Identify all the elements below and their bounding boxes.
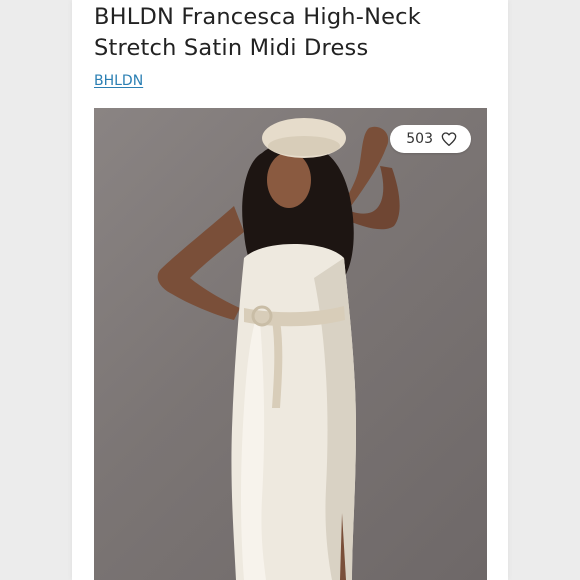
model-illustration — [157, 118, 400, 580]
like-button[interactable]: 503 — [390, 125, 471, 153]
product-photo[interactable]: 503 — [94, 108, 487, 580]
brand-link[interactable]: BHLDN — [94, 73, 143, 89]
like-count: 503 — [406, 131, 433, 147]
listing-card: BHLDN Francesca High-Neck Stretch Satin … — [72, 0, 508, 580]
heart-icon — [441, 132, 457, 146]
listing-title: BHLDN Francesca High-Neck Stretch Satin … — [94, 4, 421, 61]
